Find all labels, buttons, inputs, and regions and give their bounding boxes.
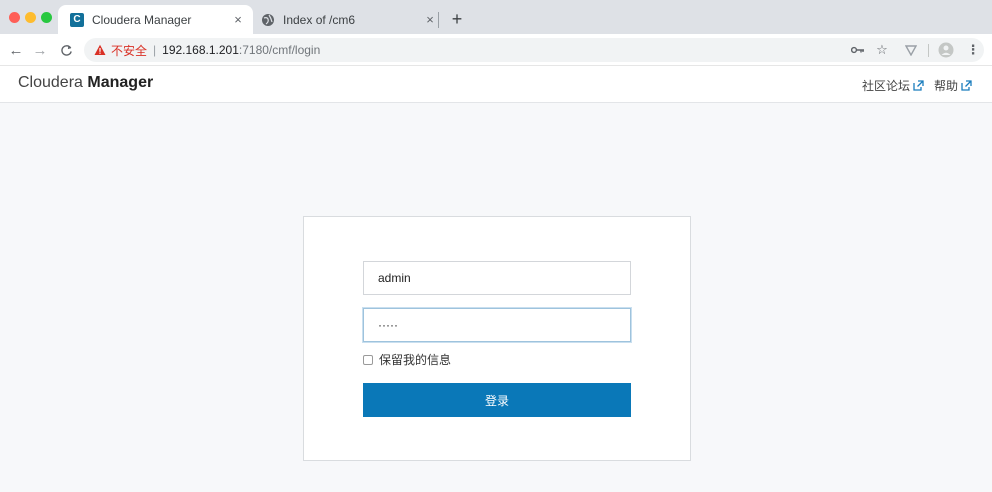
more-menu-icon[interactable]: ⋮: [966, 42, 980, 58]
remember-me-label: 保留我的信息: [379, 353, 452, 367]
tab-title: Index of /cm6: [283, 12, 356, 27]
header-links: 社区论坛 帮助: [862, 77, 972, 94]
remember-me-option[interactable]: 保留我的信息: [363, 351, 451, 368]
tab-title: Cloudera Manager: [92, 12, 192, 27]
remember-me-checkbox[interactable]: [363, 354, 373, 365]
browser-toolbar: ← → 不安全 | 192.168.1.201 :7180/cmf/login …: [0, 34, 992, 66]
tab-close-icon[interactable]: ×: [421, 11, 439, 29]
username-input[interactable]: admin: [363, 261, 631, 295]
brand-logo[interactable]: Cloudera Manager: [18, 74, 153, 92]
cloudera-favicon-icon: C: [70, 12, 84, 27]
key-icon[interactable]: [850, 42, 866, 58]
brand-name-bold: Manager: [87, 74, 154, 91]
external-link-icon: [913, 80, 924, 91]
password-input[interactable]: ·····: [363, 308, 631, 342]
brand-name-light: Cloudera: [18, 74, 83, 91]
extension-icon[interactable]: [903, 42, 919, 58]
community-forum-label: 社区论坛: [861, 79, 910, 93]
reload-icon[interactable]: [56, 40, 76, 60]
maximize-window-button[interactable]: [41, 12, 52, 23]
address-bar[interactable]: 不安全 | 192.168.1.201 :7180/cmf/login: [84, 38, 984, 62]
globe-icon: [261, 13, 275, 27]
url-host: 192.168.1.201: [162, 43, 239, 57]
toolbar-divider: [928, 44, 929, 57]
tab-close-icon[interactable]: ×: [229, 11, 247, 29]
back-arrow-icon[interactable]: ←: [6, 40, 26, 60]
star-icon[interactable]: ☆: [874, 42, 890, 58]
new-tab-icon[interactable]: +: [446, 8, 468, 30]
minimize-window-button[interactable]: [25, 12, 36, 23]
tab-separator: [438, 12, 439, 28]
tab-cloudera-manager[interactable]: C Cloudera Manager ×: [58, 5, 253, 34]
forward-arrow-icon[interactable]: →: [30, 40, 50, 60]
tab-index-cm6[interactable]: Index of /cm6 ×: [255, 5, 445, 34]
profile-avatar-icon[interactable]: [938, 42, 954, 58]
login-card: admin ····· 保留我的信息 登录: [303, 216, 691, 461]
help-label: 帮助: [933, 79, 958, 93]
url-path: :7180/cmf/login: [238, 43, 321, 57]
close-window-button[interactable]: [9, 12, 20, 23]
help-link[interactable]: 帮助: [934, 77, 972, 94]
external-link-icon: [961, 80, 972, 91]
browser-tab-bar: C Cloudera Manager × Index of /cm6 × +: [0, 0, 992, 34]
warning-icon: [94, 44, 106, 55]
login-button[interactable]: 登录: [363, 383, 631, 417]
not-secure-label[interactable]: 不安全: [111, 42, 147, 59]
address-separator: |: [153, 43, 157, 57]
community-forum-link[interactable]: 社区论坛: [862, 77, 924, 94]
app-header: Cloudera Manager 社区论坛 帮助: [0, 66, 992, 103]
